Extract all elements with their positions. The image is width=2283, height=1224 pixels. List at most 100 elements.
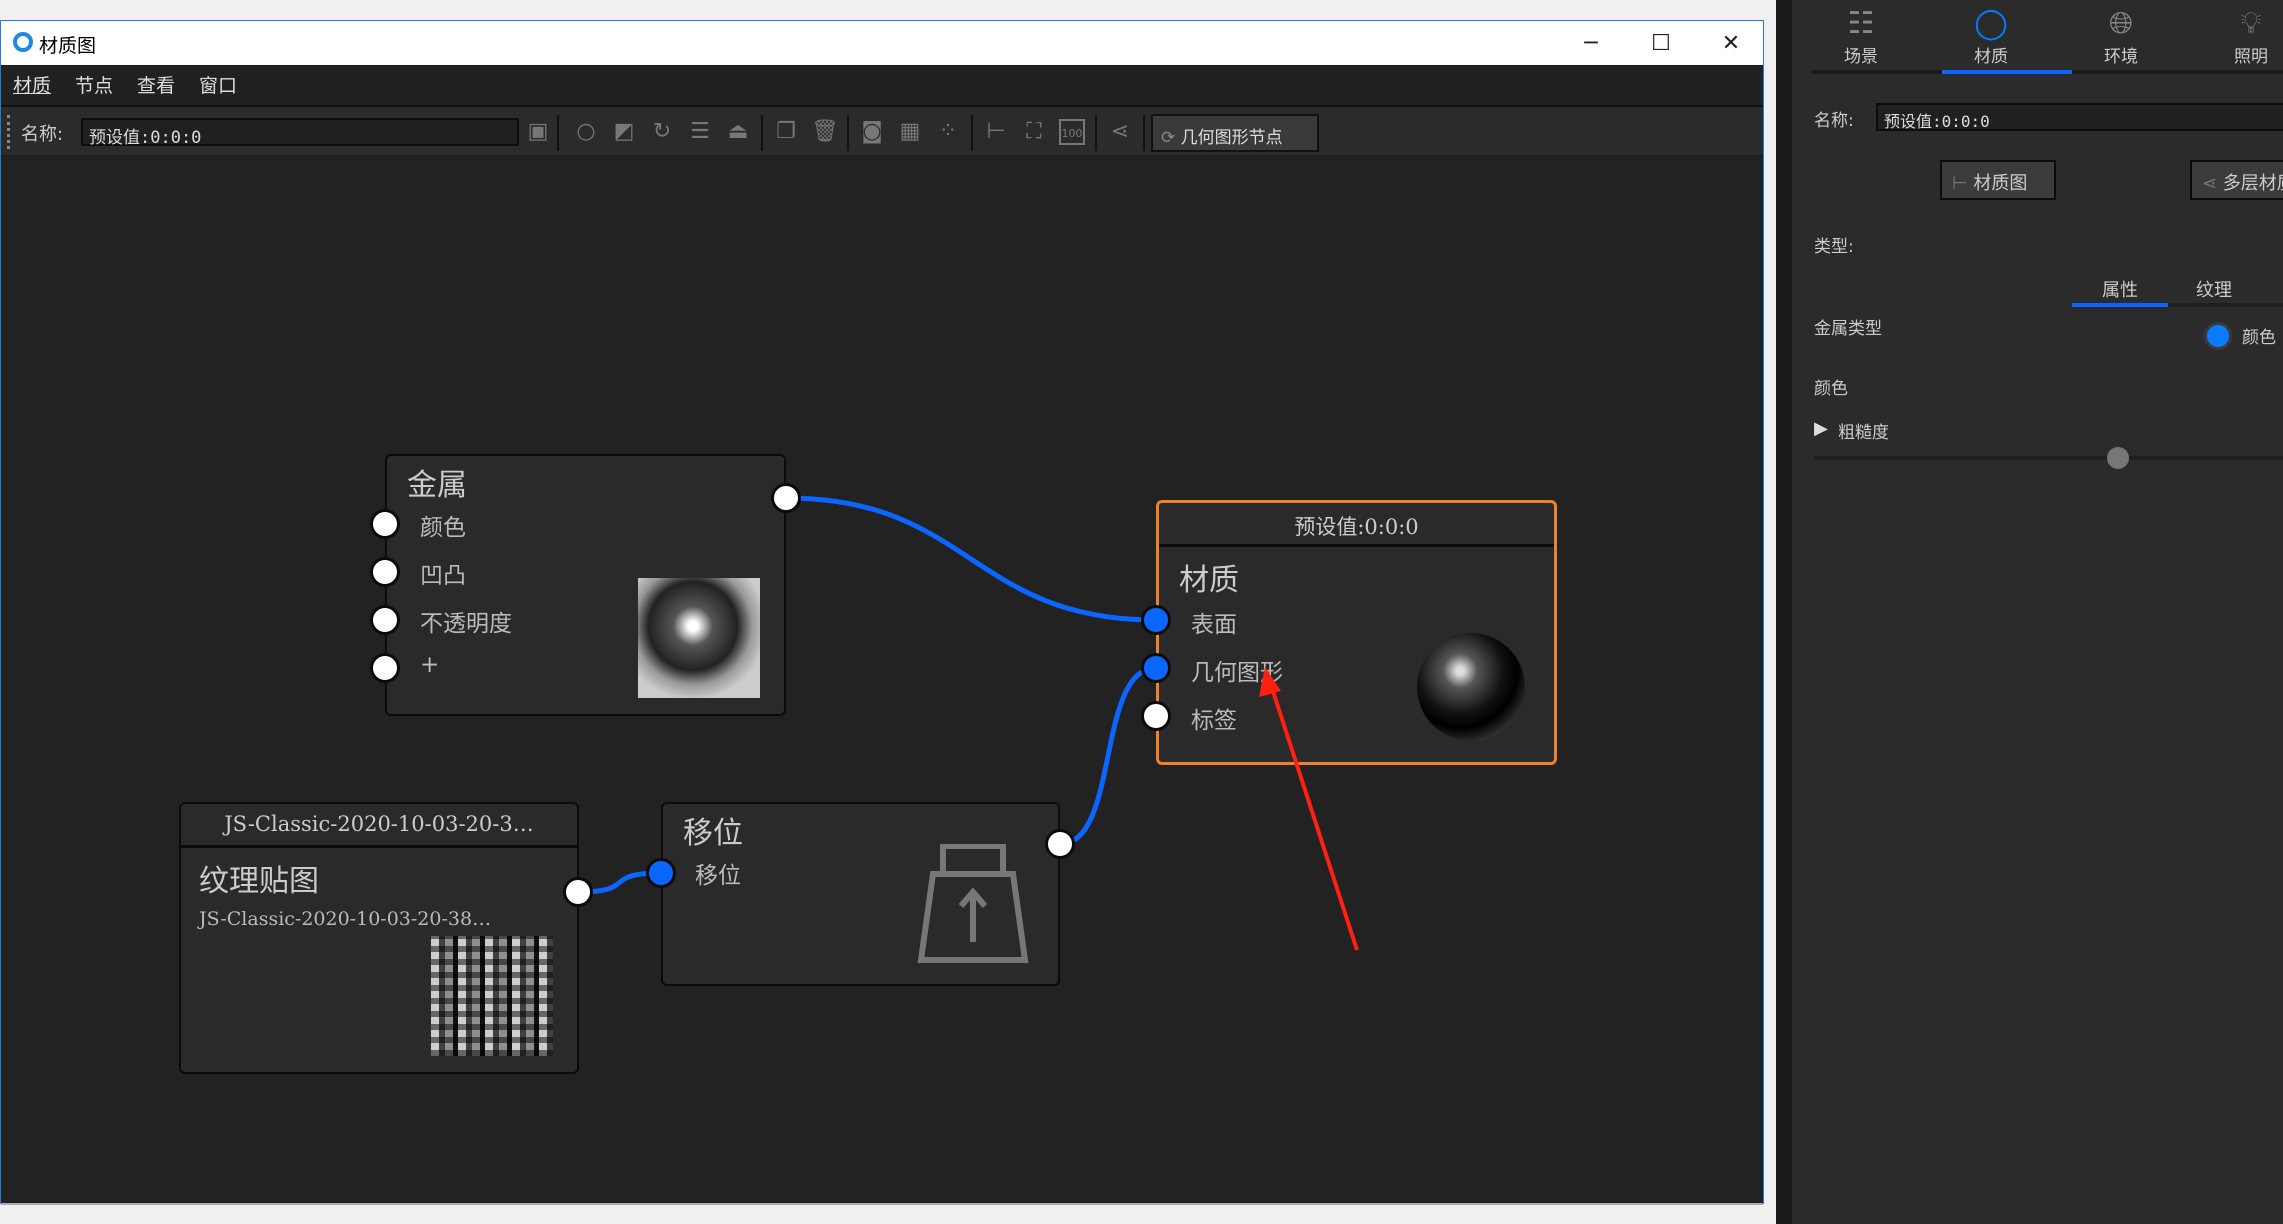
- geometry-node-label: 几何图形节点: [1180, 128, 1283, 148]
- button-label: 材质图: [1973, 173, 2028, 194]
- name-label: 名称:: [21, 124, 64, 145]
- roughness-slider-track[interactable]: [1814, 456, 2283, 460]
- save-icon[interactable]: ▣: [525, 119, 551, 145]
- tab-material[interactable]: ◯ 材质: [1926, 6, 2056, 67]
- properties-panel: ☷ 场景 ◯ 材质 🌐︎ 环境 💡︎ 照明 名称: 预设值:0:0:0 ⊢ 材质图 ⋖ …: [1776, 0, 2283, 1224]
- subtab-texture[interactable]: 纹理: [2196, 276, 2232, 302]
- divider: [971, 115, 973, 151]
- material-input-surface-port[interactable]: [1141, 605, 1171, 635]
- menu-window[interactable]: 窗口: [199, 71, 237, 98]
- tab-environment[interactable]: 🌐︎ 环境: [2056, 6, 2186, 67]
- port-label: 移位: [695, 863, 741, 889]
- multilayer-material-button[interactable]: ⋖ 多层材质: [2190, 160, 2283, 200]
- metal-input-opacity-port[interactable]: [370, 605, 400, 635]
- material-graph-button[interactable]: ⊢ 材质图: [1940, 160, 2056, 200]
- menu-node[interactable]: 节点: [75, 71, 113, 98]
- displacement-output-port[interactable]: [1045, 829, 1075, 859]
- metal-input-color-port[interactable]: [370, 509, 400, 539]
- divider: [1143, 115, 1145, 151]
- divider: [1095, 115, 1097, 151]
- close-button[interactable]: ✕: [1696, 21, 1766, 65]
- tab-label: 材质: [1974, 47, 2008, 67]
- menu-bar: 材质 节点 查看 窗口: [1, 65, 1763, 103]
- window-title: 材质图: [39, 35, 97, 57]
- fit-view-icon[interactable]: ⛶: [1021, 119, 1047, 145]
- share-icon: ⋖: [2202, 173, 2223, 194]
- checker-icon[interactable]: ◩: [611, 119, 637, 145]
- port-label: 不透明度: [420, 611, 512, 637]
- displacement-node[interactable]: 移位 移位: [661, 802, 1060, 986]
- title-bar: 材质图 ─ ☐ ✕: [1, 21, 1763, 65]
- node-title: 移位: [683, 816, 743, 851]
- divider: [847, 115, 849, 151]
- refresh-icon[interactable]: ↻: [649, 119, 675, 145]
- metal-output-port[interactable]: [771, 483, 801, 513]
- displacement-input-port[interactable]: [646, 858, 676, 888]
- node-header: JS-Classic-2020-10-03-20-3…: [181, 804, 577, 848]
- name-input[interactable]: 预设值:0:0:0: [81, 118, 519, 148]
- menu-material[interactable]: 材质: [13, 71, 51, 98]
- minimize-button[interactable]: ─: [1556, 21, 1626, 65]
- menu-view[interactable]: 查看: [137, 71, 175, 98]
- node-title: 金属: [407, 468, 467, 503]
- tab-scene[interactable]: ☷ 场景: [1796, 6, 1926, 67]
- button-label: 多层材质: [2222, 173, 2283, 194]
- roughness-slider-thumb[interactable]: [2106, 447, 2129, 469]
- texture-preview-image: [431, 936, 553, 1056]
- zoom-100-icon[interactable]: 100: [1059, 119, 1085, 145]
- material-input-label-port[interactable]: [1141, 701, 1171, 731]
- list-icon: ☷: [1847, 6, 1875, 41]
- metal-type-label: 金属类型: [1814, 319, 1882, 339]
- tab-label: 照明: [2234, 47, 2268, 67]
- trash-icon[interactable]: 🗑: [811, 119, 839, 145]
- material-node[interactable]: 预设值:0:0:0 材质 表面 几何图形 标签: [1156, 500, 1557, 765]
- divider: [761, 115, 763, 151]
- share-icon[interactable]: ⋖: [1107, 119, 1133, 145]
- port-label: 凹凸: [420, 563, 466, 589]
- tab-label: 环境: [2104, 47, 2138, 67]
- layout-icon[interactable]: ⊢: [983, 119, 1009, 145]
- wire-metal-to-surface: [785, 495, 1157, 623]
- material-name-input[interactable]: 预设值:0:0:0: [1876, 103, 2283, 131]
- material-input-geometry-port[interactable]: [1141, 653, 1171, 683]
- metal-type-radio[interactable]: [2204, 322, 2232, 350]
- metal-node[interactable]: 金属 颜色 凹凸 不透明度 +: [385, 454, 786, 716]
- node-title: 材质: [1179, 563, 1239, 598]
- material-ball-icon[interactable]: ○: [573, 119, 599, 145]
- tab-lighting[interactable]: 💡︎ 照明: [2186, 6, 2283, 67]
- texture-output-port[interactable]: [563, 877, 593, 907]
- color-label: 颜色: [1814, 379, 1848, 399]
- refresh-icon: ⟳: [1161, 128, 1181, 148]
- toolbar-grip[interactable]: [7, 115, 10, 149]
- material-graph-window: 材质图 ─ ☐ ✕ 材质 节点 查看 窗口 名称: 预设值:0:0:0 ▣ ○ …: [0, 20, 1764, 1205]
- node-canvas[interactable]: 金属 颜色 凹凸 不透明度 + 预设值:0:0:0 材质 表面 几何图形 标签 …: [1, 157, 1763, 1203]
- maximize-button[interactable]: ☐: [1626, 21, 1696, 65]
- roughness-label: 粗糙度: [1838, 423, 1889, 443]
- expand-triangle-icon[interactable]: ▶: [1814, 418, 1828, 439]
- grid-node-icon[interactable]: ▦: [897, 119, 923, 145]
- subtab-properties[interactable]: 属性: [2102, 276, 2138, 302]
- graph-icon: ⊢: [1952, 173, 1974, 194]
- tab-label: 场景: [1844, 47, 1878, 67]
- app-icon: [13, 32, 33, 52]
- sliders-icon[interactable]: ☰: [687, 119, 713, 145]
- material-icon: ◯: [1974, 6, 2008, 41]
- add-node-icon[interactable]: ◙: [859, 119, 885, 145]
- divider: [557, 115, 559, 151]
- name-label: 名称:: [1814, 111, 1854, 131]
- node-title: 纹理贴图: [199, 864, 319, 899]
- wire-displacement-to-geometry: [1059, 665, 1157, 847]
- port-label: 颜色: [420, 515, 466, 541]
- texture-map-node[interactable]: JS-Classic-2020-10-03-20-3… 纹理贴图 JS-Clas…: [179, 802, 579, 1074]
- material-preview-sphere: [1417, 633, 1525, 741]
- geometry-node-button[interactable]: ⟳ 几何图形节点: [1151, 114, 1319, 152]
- copy-icon[interactable]: ❐: [773, 119, 799, 145]
- metal-input-add-port[interactable]: [370, 653, 400, 683]
- texture-filename: JS-Classic-2020-10-03-20-38…: [199, 908, 492, 930]
- metal-input-bump-port[interactable]: [370, 557, 400, 587]
- dots-node-icon[interactable]: ⁘: [935, 119, 961, 145]
- active-tab-indicator: [1942, 70, 2072, 74]
- port-label: 几何图形: [1191, 660, 1283, 686]
- port-label: 标签: [1191, 708, 1237, 734]
- weight-icon[interactable]: ⏏: [725, 119, 751, 145]
